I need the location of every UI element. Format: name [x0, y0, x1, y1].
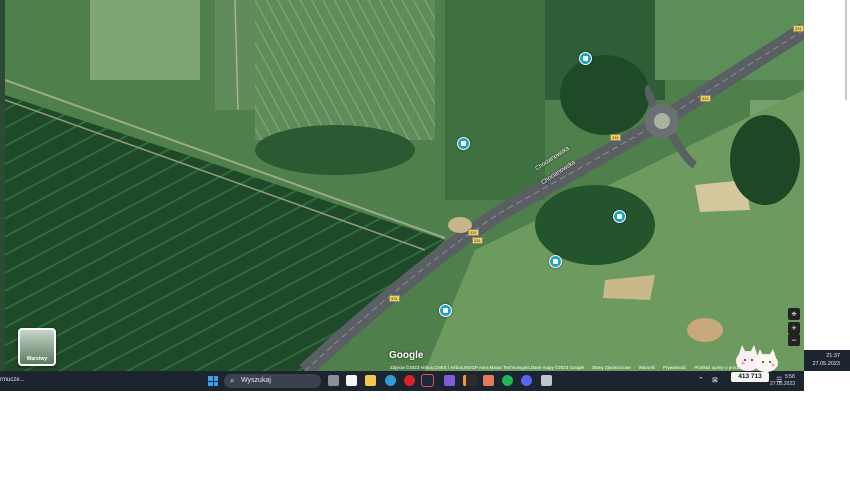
attribution-text: Zdjęcia ©2023 Airbus,CNES / Airbus,MGGP …: [390, 365, 585, 370]
sublime-icon[interactable]: [463, 375, 477, 386]
place-marker-icon[interactable]: [549, 255, 562, 268]
photos-icon[interactable]: [483, 375, 494, 386]
taskbar: rmucze... ⌕ Wyszukaj ⌃ ⊠ ☰ 5:58 27.05.20…: [0, 371, 804, 391]
discord-icon[interactable]: [521, 375, 532, 386]
place-marker-icon[interactable]: [457, 137, 470, 150]
route-badge: 331: [468, 229, 479, 236]
taskbar-clock[interactable]: 21:37 27.05.2023: [804, 350, 850, 371]
route-badge: 331: [389, 295, 400, 302]
network-icon[interactable]: ⊠: [712, 376, 718, 384]
edge-icon[interactable]: [385, 375, 396, 386]
layers-label: Warstwy: [26, 356, 48, 362]
place-marker-icon[interactable]: [439, 304, 452, 317]
route-badge: 331: [700, 95, 711, 102]
counter-badge: 413 713: [731, 372, 769, 382]
clock-time: 21:37: [826, 353, 840, 359]
zoom-in-button[interactable]: +: [788, 322, 800, 334]
place-marker-icon[interactable]: [579, 52, 592, 65]
taskbar-search[interactable]: ⌕ Wyszukaj: [224, 374, 321, 388]
task-view-icon[interactable]: [328, 375, 339, 386]
clock-partial: 5:58: [785, 374, 795, 380]
window-edge-right: [804, 0, 850, 371]
footer-link-privacy[interactable]: Prywatność: [663, 365, 686, 370]
zoom-out-button[interactable]: −: [788, 334, 800, 346]
scrollbar[interactable]: [845, 0, 847, 100]
printer-icon[interactable]: [541, 375, 552, 386]
spotify-icon[interactable]: [502, 375, 513, 386]
route-badge: 331: [793, 25, 804, 32]
footer-link-terms[interactable]: Warunki: [639, 365, 655, 370]
opera-icon[interactable]: [404, 375, 415, 386]
chevron-up-icon[interactable]: ⌃: [698, 376, 704, 384]
route-badge: 331: [610, 134, 621, 141]
map-imagery: [5, 0, 804, 371]
store-icon[interactable]: [346, 375, 357, 386]
satellite-map[interactable]: Chocianowska Chocianowska 331 331 331 33…: [5, 0, 804, 371]
steam-icon[interactable]: [421, 374, 434, 387]
windows-start-icon[interactable]: [208, 376, 218, 386]
route-badge: 331: [472, 237, 483, 244]
layers-button[interactable]: Warstwy: [18, 328, 56, 366]
footer-link-country[interactable]: Stany Zjednoczone: [592, 365, 631, 370]
file-explorer-icon[interactable]: [365, 375, 376, 386]
search-icon: ⌕: [230, 376, 235, 385]
crosshair-icon[interactable]: ⌖: [788, 308, 800, 320]
search-placeholder: Wyszukaj: [241, 377, 271, 384]
clock-date: 27.05.2023: [812, 361, 840, 367]
google-logo: Google: [389, 350, 424, 361]
place-marker-icon[interactable]: [613, 210, 626, 223]
taskbar-left-text: rmucze...: [0, 377, 25, 383]
cat-widget-icon: [736, 345, 778, 372]
discord-alt-icon[interactable]: [444, 375, 455, 386]
date-partial: 27.05.2023: [770, 381, 796, 387]
